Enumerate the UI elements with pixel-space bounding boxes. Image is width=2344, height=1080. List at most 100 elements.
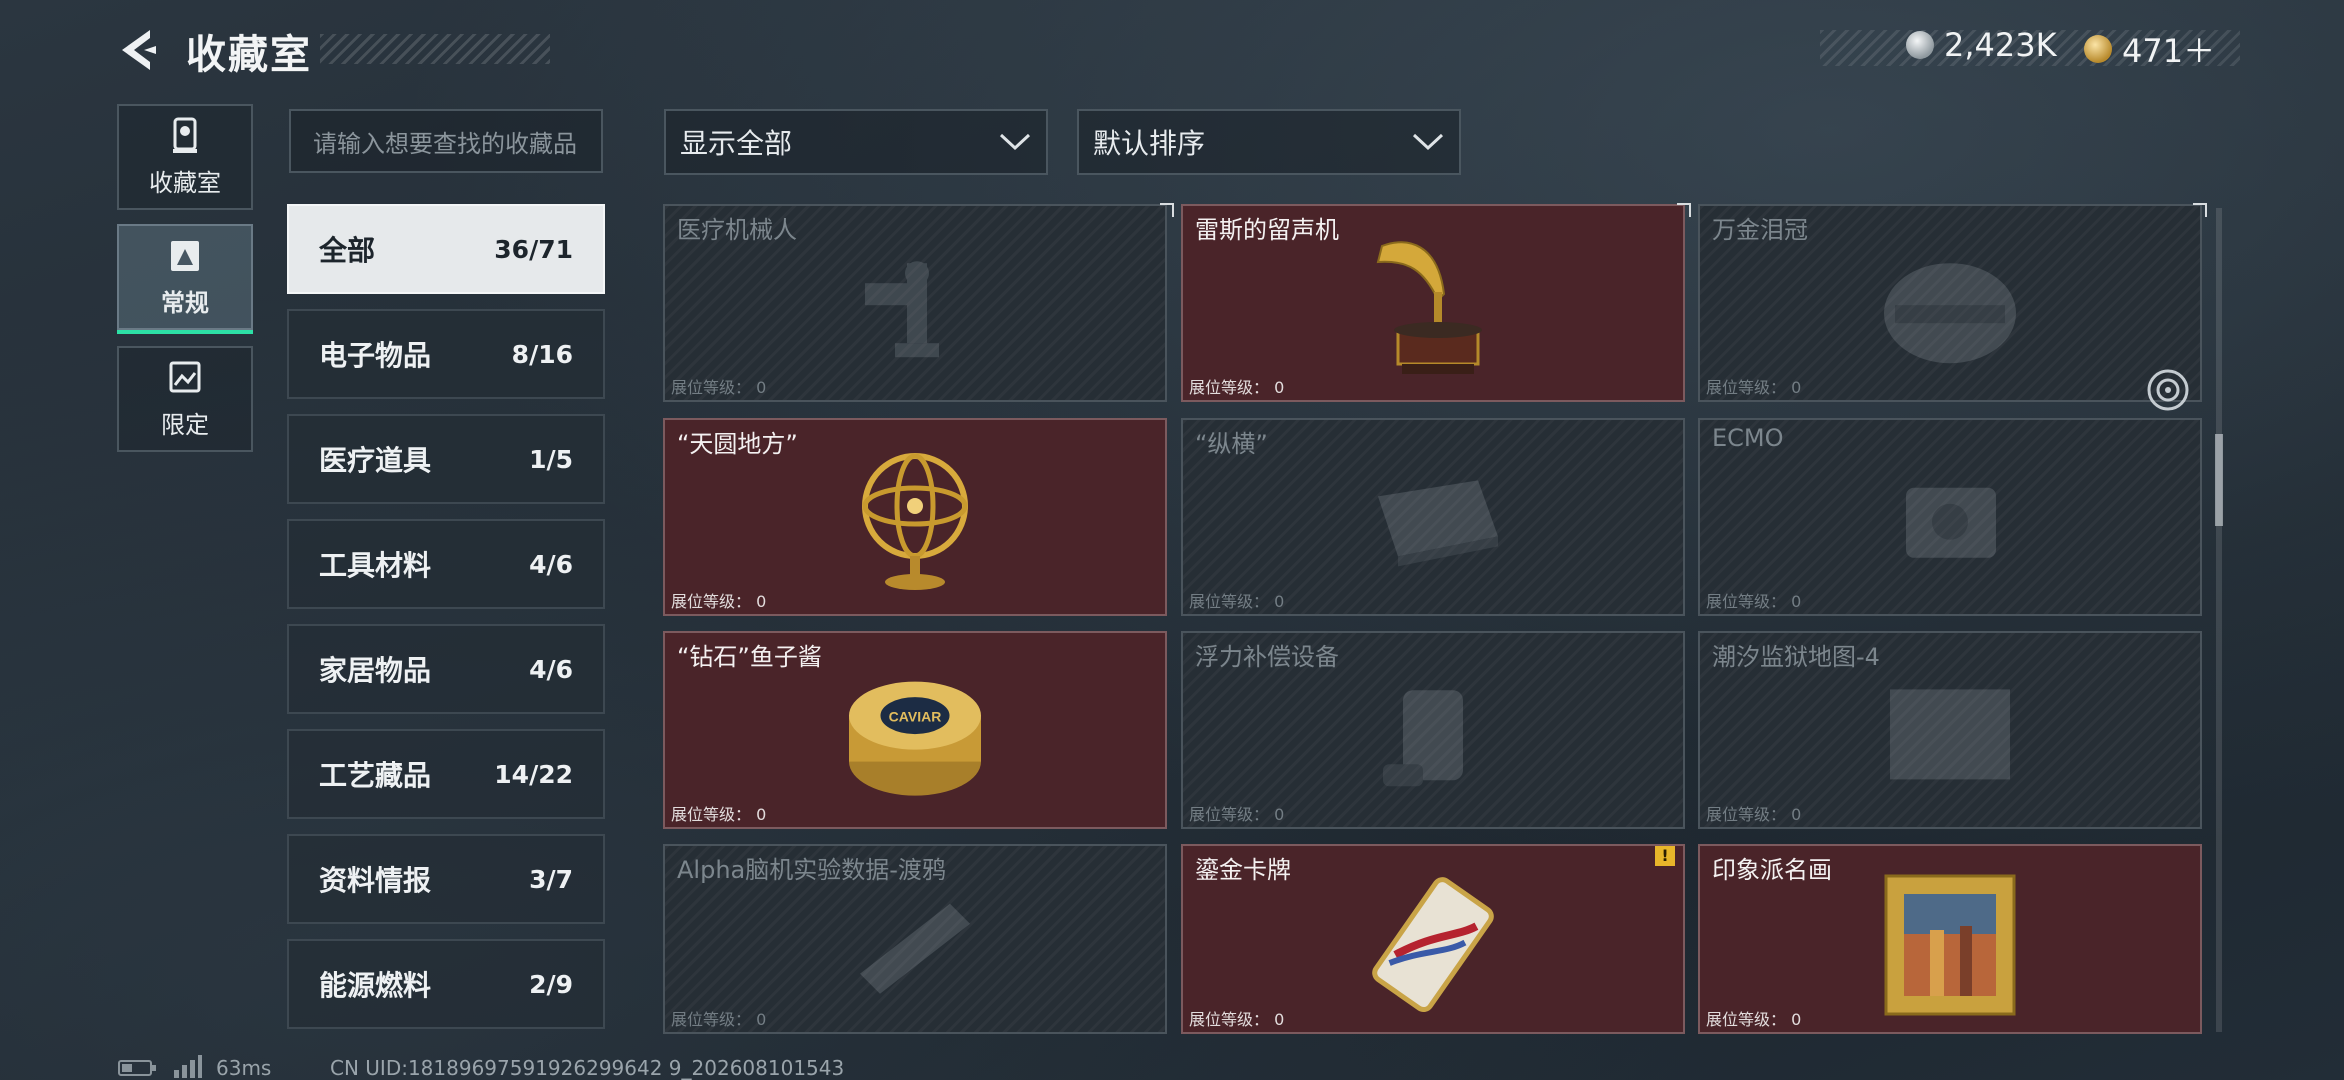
item-card[interactable]: 雷斯的留声机 展位等级： 0 — [1181, 204, 1685, 402]
item-card[interactable]: 浮力补偿设备 展位等级： 0 — [1181, 631, 1685, 829]
category-label: 工具材料 — [319, 549, 432, 582]
buoyancy-vest-icon — [1383, 690, 1463, 787]
item-name: 印象派名画 — [1712, 856, 1832, 884]
item-card[interactable]: 万金泪冠 展位等级： 0 — [1698, 204, 2202, 402]
category-label: 资料情报 — [319, 864, 432, 897]
item-level: 展位等级： 0 — [1706, 805, 1802, 824]
trophy-icon — [173, 117, 197, 153]
silver-currency: 2,423K — [1906, 26, 2057, 64]
item-level: 展位等级： 0 — [1706, 1010, 1802, 1029]
search-placeholder: 请输入想要查找的收藏品 — [313, 129, 577, 158]
chevron-down-icon — [999, 133, 1031, 151]
category-crafts[interactable]: 工艺藏品 14/22 — [287, 729, 605, 819]
ecmo-machine-icon — [1906, 487, 1996, 558]
item-level: 展位等级： 0 — [1189, 1010, 1285, 1029]
category-electronics[interactable]: 电子物品 8/16 — [287, 309, 605, 399]
battery-icon — [118, 1060, 156, 1076]
chevron-down-icon — [1412, 133, 1444, 151]
nav-label: 常规 — [161, 288, 209, 317]
category-count: 14/22 — [494, 759, 573, 789]
item-card[interactable]: 鎏金卡牌 ! 展位等级： 0 — [1181, 844, 1685, 1034]
nav-label: 收藏室 — [149, 168, 221, 197]
gilded-card-icon — [1372, 877, 1494, 1013]
item-card[interactable]: Alpha脑机实验数据-渡鸦 展位等级： 0 — [663, 844, 1167, 1034]
warning-badge: ! — [1655, 846, 1675, 866]
grid-scrollbar[interactable] — [2216, 208, 2222, 1032]
category-count: 4/6 — [529, 549, 573, 579]
category-label: 家居物品 — [319, 654, 432, 687]
user-uid: CN UID:18189697591926299642 9_2026081015… — [330, 1056, 845, 1080]
data-drive-icon — [860, 903, 970, 994]
item-card[interactable]: “纵横” 展位等级： 0 — [1181, 418, 1685, 616]
category-intel[interactable]: 资料情报 3/7 — [287, 834, 605, 924]
silver-currency-value: 2,423K — [1944, 26, 2057, 64]
category-label: 电子物品 — [319, 339, 432, 372]
card-corner-decoration — [1160, 203, 1174, 217]
item-card[interactable]: “钻石”鱼子酱 CAVIAR 展位等级： 0 — [663, 631, 1167, 829]
chessboard-icon — [1378, 480, 1498, 567]
card-corner-decoration — [1677, 203, 1691, 217]
category-count: 8/16 — [511, 339, 573, 369]
ping-value: 63ms — [216, 1056, 272, 1080]
category-household[interactable]: 家居物品 4/6 — [287, 624, 605, 714]
framed-painting-icon — [1884, 874, 2016, 1016]
item-level: 展位等级： 0 — [1189, 592, 1285, 611]
category-count: 2/9 — [529, 969, 573, 999]
item-name: 雷斯的留声机 — [1195, 216, 1339, 244]
display-filter-dropdown[interactable]: 显示全部 — [664, 109, 1048, 175]
landscape-frame-icon — [169, 361, 201, 392]
category-label: 能源燃料 — [319, 969, 432, 1002]
category-count: 3/7 — [529, 864, 573, 894]
item-level: 展位等级： 0 — [671, 592, 767, 611]
silver-coin-icon — [1906, 31, 1934, 59]
item-name: Alpha脑机实验数据-渡鸦 — [677, 856, 946, 884]
item-level: 展位等级： 0 — [671, 378, 767, 397]
item-card[interactable]: ECMO 展位等级： 0 — [1698, 418, 2202, 616]
category-count: 1/5 — [529, 444, 573, 474]
item-card[interactable]: 潮汐监狱地图-4 展位等级： 0 — [1698, 631, 2202, 829]
sort-value: 默认排序 — [1093, 127, 1206, 160]
category-medical[interactable]: 医疗道具 1/5 — [287, 414, 605, 504]
category-energy[interactable]: 能源燃料 2/9 — [287, 939, 605, 1029]
item-card[interactable]: 印象派名画 展位等级： 0 — [1698, 844, 2202, 1034]
signal-icon — [174, 1055, 202, 1078]
item-name: 鎏金卡牌 — [1195, 856, 1291, 884]
item-card[interactable]: “天圆地方” 展位等级： 0 — [663, 418, 1167, 616]
map-icon — [1890, 689, 2010, 780]
card-corner-decoration — [2193, 203, 2207, 217]
item-name: 浮力补偿设备 — [1195, 643, 1339, 671]
item-level: 展位等级： 0 — [1706, 592, 1802, 611]
scrollbar-thumb[interactable] — [2215, 434, 2223, 526]
nav-limited[interactable]: 限定 — [117, 346, 253, 452]
gold-coin-icon — [2084, 35, 2112, 63]
category-count: 36/71 — [494, 234, 573, 264]
item-name: “天圆地方” — [677, 430, 798, 458]
category-all[interactable]: 全部 36/71 — [287, 204, 605, 294]
svg-text:CAVIAR: CAVIAR — [889, 709, 942, 725]
page-title: 收藏室 — [186, 32, 312, 78]
caviar-tin-icon: CAVIAR — [849, 681, 981, 796]
item-level: 展位等级： 0 — [1189, 378, 1285, 397]
nav-regular[interactable]: 常规 — [117, 224, 253, 334]
item-name: “钻石”鱼子酱 — [677, 643, 822, 671]
crown-icon — [1884, 263, 2016, 364]
nav-label: 限定 — [161, 410, 209, 439]
robot-arm-icon — [865, 261, 939, 358]
gold-currency[interactable]: 471＋ — [2084, 26, 2215, 72]
item-name: 万金泪冠 — [1712, 216, 1808, 244]
item-level: 展位等级： 0 — [671, 805, 767, 824]
back-arrow-icon[interactable] — [116, 26, 164, 74]
sort-dropdown[interactable]: 默认排序 — [1077, 109, 1461, 175]
category-tools[interactable]: 工具材料 4/6 — [287, 519, 605, 609]
gold-currency-value: 471＋ — [2122, 32, 2216, 70]
nav-collection-room[interactable]: 收藏室 — [117, 104, 253, 210]
focus-target-icon[interactable] — [2146, 368, 2190, 412]
item-name: 医疗机械人 — [677, 216, 797, 244]
item-card[interactable]: 医疗机械人 展位等级： 0 — [663, 204, 1167, 402]
search-input[interactable]: 请输入想要查找的收藏品 — [289, 109, 603, 173]
item-name: 潮汐监狱地图-4 — [1712, 643, 1880, 671]
item-level: 展位等级： 0 — [671, 1010, 767, 1029]
category-label: 工艺藏品 — [319, 759, 432, 792]
gramophone-icon — [1376, 241, 1482, 374]
item-level: 展位等级： 0 — [1706, 378, 1802, 397]
